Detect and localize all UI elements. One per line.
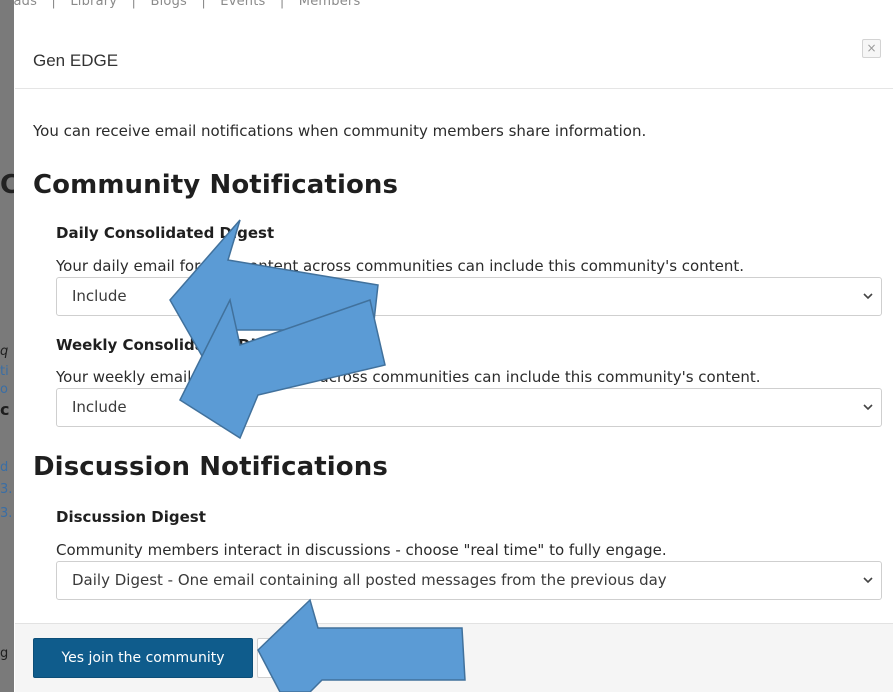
background-left-strip: C q ti o c d 3. 3. g [0,0,14,692]
bg-fragment: C [0,170,14,200]
weekly-digest-label: Weekly Consolidated Digest [56,336,293,354]
bg-fragment: o [0,382,8,397]
chevron-down-icon [863,577,873,584]
modal-header: Gen EDGE × [15,15,893,89]
bg-fragment: c [0,400,10,419]
weekly-digest-select[interactable]: Include [56,388,882,427]
notifications-modal: Gen EDGE × You can receive email notific… [15,15,893,692]
secondary-button[interactable] [257,638,299,678]
weekly-digest-value: Include [72,398,127,416]
bg-fragment: g [0,646,9,661]
community-notifications-heading: Community Notifications [33,170,399,200]
daily-digest-value: Include [72,287,127,305]
modal-footer: Yes join the community [15,623,893,692]
bg-fragment: q [0,344,9,359]
discussion-digest-label: Discussion Digest [56,508,206,526]
bg-fragment: ti [0,364,9,379]
bg-fragment: 3. [0,506,13,521]
intro-text: You can receive email notifications when… [33,122,647,140]
bg-fragment: d [0,460,9,475]
daily-digest-help: Your daily email for new content across … [56,257,744,275]
background-nav: reads | Library | Blogs | Events | Membe… [0,0,893,12]
close-icon: × [866,41,877,55]
chevron-down-icon [863,293,873,300]
join-community-button[interactable]: Yes join the community [33,638,253,678]
modal-title: Gen EDGE [33,51,119,70]
discussion-notifications-heading: Discussion Notifications [33,452,388,482]
bg-nav-item: Library [70,0,118,9]
daily-digest-label: Daily Consolidated Digest [56,224,275,242]
bg-nav-item: Blogs [150,0,187,9]
bg-fragment: 3. [0,482,13,497]
bg-nav-item: Members [298,0,361,9]
chevron-down-icon [863,404,873,411]
bg-nav-item: Events [220,0,266,9]
discussion-digest-value: Daily Digest - One email containing all … [72,571,667,589]
weekly-digest-help: Your weekly email for new content across… [56,368,761,386]
close-button[interactable]: × [862,39,881,58]
daily-digest-select[interactable]: Include [56,277,882,316]
discussion-digest-help: Community members interact in discussion… [56,541,667,559]
discussion-digest-select[interactable]: Daily Digest - One email containing all … [56,561,882,600]
